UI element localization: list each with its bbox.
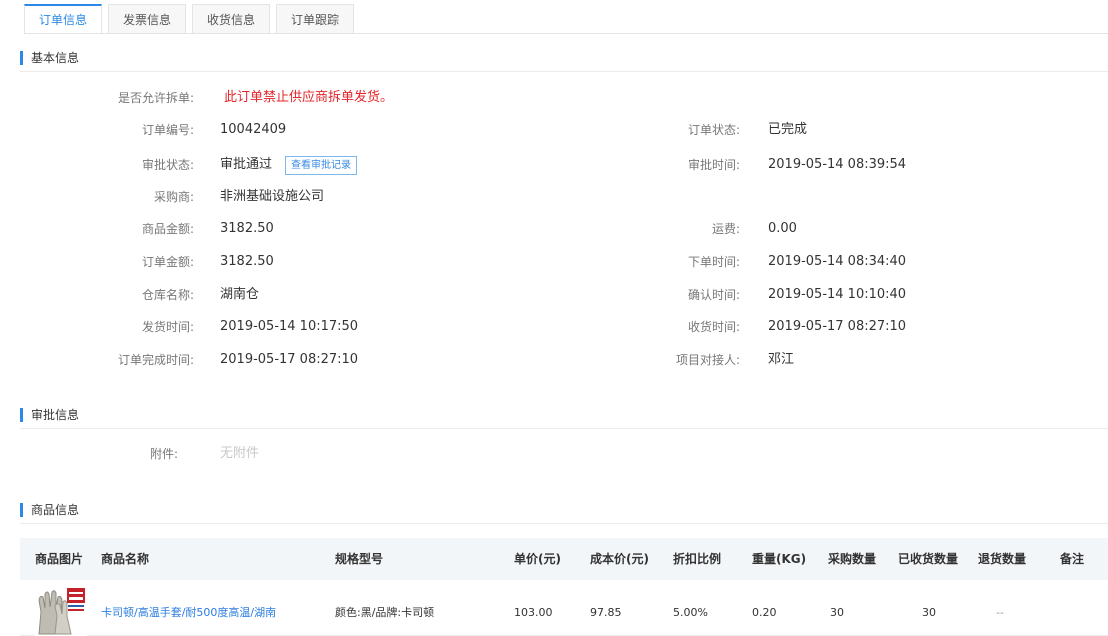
confirm-time-value: 2019-05-14 10:10:40 — [768, 287, 907, 302]
receive-time-label: 收货时间: — [687, 320, 740, 334]
order-time-label: 下单时间: — [687, 255, 740, 269]
col-header-purchase-qty: 采购数量 — [828, 552, 877, 566]
col-header-remark: 备注 — [1060, 552, 1085, 566]
order-tabs: 订单信息 发票信息 收货信息 订单跟踪 — [24, 4, 360, 34]
section-title-basic: 基本信息 — [20, 51, 79, 65]
confirm-time-label: 确认时间: — [687, 288, 740, 302]
product-discount: 5.00% — [673, 606, 708, 619]
split-value: 此订单禁止供应商拆单发货。 — [224, 90, 394, 105]
product-cost-price: 97.85 — [590, 606, 622, 619]
product-unit-price: 103.00 — [514, 606, 553, 619]
contact-value: 邓江 — [768, 352, 795, 367]
col-header-return-qty: 退货数量 — [978, 552, 1027, 566]
order-time-value: 2019-05-14 08:34:40 — [768, 254, 907, 269]
approval-time-value: 2019-05-14 08:39:54 — [768, 157, 907, 172]
product-received-qty: 30 — [922, 606, 936, 619]
product-spec: 颜色:黑/品牌:卡司顿 — [335, 606, 435, 619]
section-divider-goods — [20, 523, 1108, 524]
section-divider-approval — [20, 428, 1108, 429]
contact-label: 项目对接人: — [675, 353, 740, 367]
section-title-approval: 审批信息 — [20, 408, 79, 422]
product-weight: 0.20 — [752, 606, 777, 619]
section-divider-basic — [20, 71, 1108, 72]
col-header-weight: 重量(KG) — [752, 552, 807, 566]
attachment-label: 附件: — [149, 447, 178, 461]
approval-time-label: 审批时间: — [687, 158, 740, 172]
tab-order-info[interactable]: 订单信息 — [24, 4, 103, 34]
product-glove-image[interactable] — [35, 586, 87, 636]
tab-order-tracking[interactable]: 订单跟踪 — [276, 4, 355, 34]
buyer-value: 非洲基础设施公司 — [220, 189, 325, 204]
col-header-name: 商品名称 — [101, 552, 150, 566]
tab-delivery-info[interactable]: 收货信息 — [192, 4, 271, 34]
tab-invoice-info[interactable]: 发票信息 — [108, 4, 187, 34]
col-header-received-qty: 已收货数量 — [898, 552, 959, 566]
col-header-spec: 规格型号 — [335, 552, 384, 566]
col-header-image: 商品图片 — [35, 552, 84, 566]
attachment-value: 无附件 — [220, 446, 260, 461]
order-status-value: 已完成 — [768, 122, 808, 137]
product-name-link[interactable]: 卡司顿/高温手套/耐500度高温/湖南 — [101, 606, 276, 620]
order-status-label: 订单状态: — [687, 123, 740, 137]
col-header-cost-price: 成本价(元) — [590, 552, 649, 566]
split-label: 是否允许拆单: — [117, 91, 194, 105]
tabs-divider — [24, 33, 1108, 34]
product-return-qty: -- — [996, 606, 1004, 619]
freight-value: 0.00 — [768, 221, 797, 236]
freight-label: 运费: — [711, 222, 740, 236]
receive-time-value: 2019-05-17 08:27:10 — [768, 319, 907, 334]
product-purchase-qty: 30 — [830, 606, 844, 619]
buyer-label: 采购商: — [153, 190, 194, 204]
col-header-unit-price: 单价(元) — [514, 552, 561, 566]
section-title-goods: 商品信息 — [20, 503, 79, 517]
col-header-discount: 折扣比例 — [673, 552, 722, 566]
